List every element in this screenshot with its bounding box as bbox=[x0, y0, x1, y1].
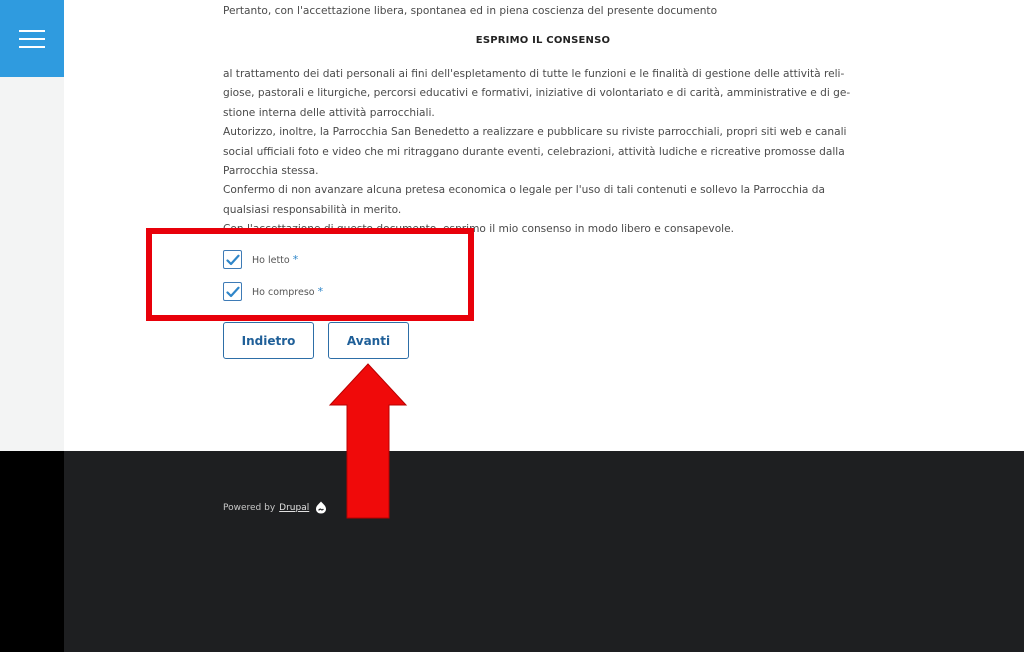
footer bbox=[0, 451, 1024, 652]
next-button[interactable]: Avanti bbox=[328, 322, 409, 359]
drupal-drop-icon bbox=[316, 501, 327, 514]
hamburger-menu-icon bbox=[19, 29, 45, 48]
body-line: Autorizzo, inoltre, la Parrocchia San Be… bbox=[223, 126, 847, 139]
body-line: stione interna delle attività parrocchia… bbox=[223, 106, 435, 119]
body-line: giose, pastorali e liturgiche, percorsi … bbox=[223, 87, 851, 100]
body-line: al trattamento dei dati personali ai fin… bbox=[223, 68, 845, 80]
footer-left-rail bbox=[0, 451, 64, 652]
red-up-arrow bbox=[328, 363, 408, 519]
body-line: social ufficiali foto e video che mi rit… bbox=[223, 145, 845, 158]
powered-by-text: Powered by bbox=[223, 502, 276, 513]
intro-text: Pertanto, con l'accettazione libera, spo… bbox=[223, 5, 718, 17]
body-line: Parrocchia stessa. bbox=[223, 165, 319, 178]
body-line: Confermo di non avanzare alcuna pretesa … bbox=[223, 184, 825, 197]
powered-by: Powered by Drupal bbox=[223, 501, 327, 514]
drupal-link[interactable]: Drupal bbox=[279, 503, 309, 513]
consent-body: al trattamento dei dati personali ai fin… bbox=[223, 65, 873, 240]
back-button[interactable]: Indietro bbox=[223, 322, 314, 359]
menu-button[interactable] bbox=[0, 0, 64, 77]
annotation-highlight-box bbox=[146, 228, 474, 321]
consent-heading: ESPRIMO IL CONSENSO bbox=[475, 35, 611, 46]
body-line: qualsiasi responsabilità in merito. bbox=[223, 203, 402, 216]
